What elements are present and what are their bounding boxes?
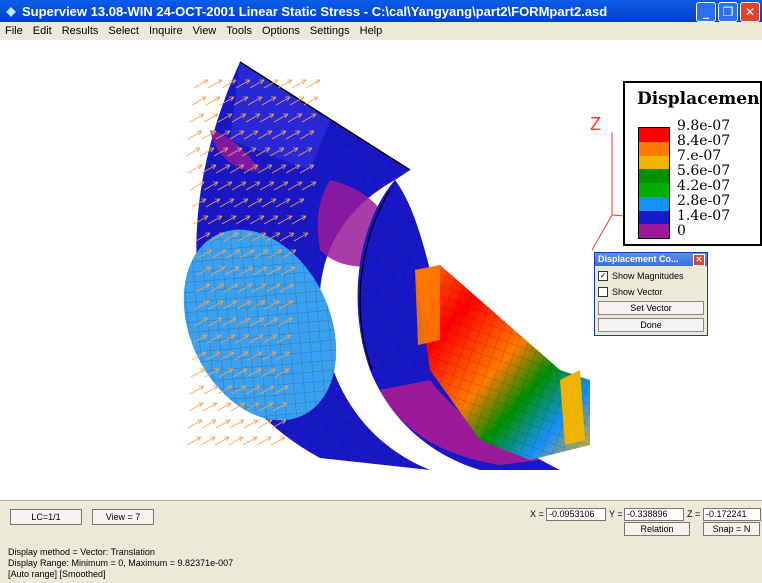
x-coord-field[interactable]: -0.0953106	[546, 508, 606, 521]
z-coord-label: Z =	[687, 509, 701, 519]
vector-arrow	[189, 385, 205, 395]
vector-arrow	[216, 402, 232, 412]
model-viewport[interactable]: Z X	[0, 40, 762, 500]
vector-arrow	[187, 164, 203, 174]
show-vector-checkbox[interactable]	[598, 286, 608, 297]
legend-swatch	[639, 196, 669, 211]
legend-label: 1.4e-07	[677, 208, 731, 224]
vector-arrow	[190, 368, 206, 378]
vector-arrow	[185, 147, 201, 157]
vector-arrow	[187, 130, 203, 140]
show-magnitudes-row[interactable]: ✓ Show Magnitudes	[595, 269, 707, 282]
vector-arrow	[205, 96, 221, 106]
z-coord-field[interactable]: -0.172241	[703, 508, 761, 521]
menu-inquire[interactable]: Inquire	[144, 25, 188, 37]
legend-swatch	[639, 224, 669, 238]
minimize-button[interactable]: _	[696, 2, 716, 22]
legend-color-bar	[638, 127, 670, 239]
legend-label: 8.4e-07	[677, 133, 731, 149]
close-button[interactable]: ✕	[740, 2, 760, 22]
dialog-close-icon[interactable]: ✕	[693, 254, 705, 266]
y-coord-field[interactable]: -0.338896	[624, 508, 684, 521]
menu-help[interactable]: Help	[355, 25, 388, 37]
menu-file[interactable]: File	[0, 25, 28, 37]
legend-label: 7.e-07	[677, 148, 722, 164]
show-magnitudes-label: Show Magnitudes	[612, 270, 684, 281]
legend-swatch	[639, 210, 669, 225]
vector-arrow	[229, 419, 245, 429]
menu-tools[interactable]: Tools	[221, 25, 257, 37]
title-bar: ◆ Superview 13.08-WIN 24-OCT-2001 Linear…	[0, 0, 762, 22]
menu-results[interactable]: Results	[57, 25, 104, 37]
menu-settings[interactable]: Settings	[305, 25, 355, 37]
vector-arrow	[188, 402, 204, 412]
vector-arrow	[191, 96, 207, 106]
menu-select[interactable]: Select	[103, 25, 144, 37]
vector-arrow	[214, 436, 230, 446]
legend-swatch	[639, 183, 669, 197]
vector-arrow	[189, 113, 205, 123]
legend-swatch	[639, 141, 669, 156]
vector-arrow	[277, 79, 293, 89]
vector-arrow	[187, 419, 203, 429]
vector-arrow	[201, 419, 217, 429]
vector-arrow	[203, 385, 219, 395]
vector-arrow	[203, 113, 219, 123]
dialog-title: Displacement Co...	[598, 254, 679, 264]
menu-edit[interactable]: Edit	[28, 25, 57, 37]
vector-arrow	[305, 79, 321, 89]
window-title: Superview 13.08-WIN 24-OCT-2001 Linear S…	[22, 3, 608, 19]
load-case-button[interactable]: LC=1/1	[10, 509, 82, 525]
vector-arrow	[242, 436, 258, 446]
vector-arrow	[186, 436, 202, 446]
vector-arrow	[202, 402, 218, 412]
vector-arrow	[200, 436, 216, 446]
z-axis-label: Z	[590, 114, 601, 134]
snap-button[interactable]: Snap = N	[703, 522, 760, 536]
vector-arrow	[228, 436, 244, 446]
vector-arrow	[291, 79, 307, 89]
legend-label: 4.2e-07	[677, 178, 731, 194]
legend-label: 0	[677, 223, 686, 239]
window-controls: _ ❐ ✕	[696, 2, 760, 22]
legend-swatch	[639, 155, 669, 170]
displacement-legend: Displacement 9.8e-07 8.4e-07 7.e-07 5.6e…	[623, 81, 762, 246]
legend-swatch	[639, 128, 669, 142]
status-display-method: Display method = Vector: Translation	[8, 547, 155, 557]
app-icon: ◆	[6, 4, 16, 18]
show-vector-row[interactable]: Show Vector	[595, 285, 707, 298]
vector-arrow	[193, 79, 209, 89]
vector-arrow	[270, 436, 286, 446]
menu-view[interactable]: View	[188, 25, 222, 37]
vector-arrow	[257, 419, 273, 429]
legend-labels: 9.8e-07 8.4e-07 7.e-07 5.6e-07 4.2e-07 2…	[677, 119, 730, 239]
menu-options[interactable]: Options	[257, 25, 305, 37]
status-range-flags: [Auto range] [Smoothed]	[8, 569, 106, 579]
y-coord-label: Y =	[609, 509, 623, 519]
view-button[interactable]: View = 7	[92, 509, 154, 525]
dialog-title-bar[interactable]: Displacement Co... ✕	[595, 253, 707, 266]
x-coord-label: X =	[530, 509, 544, 519]
done-button[interactable]: Done	[598, 318, 704, 332]
legend-swatch	[639, 169, 669, 183]
vector-arrow	[256, 436, 272, 446]
vector-arrow	[243, 419, 259, 429]
relation-button[interactable]: Relation	[624, 522, 690, 536]
legend-label: 5.6e-07	[677, 163, 731, 179]
maximize-button[interactable]: ❐	[718, 2, 738, 22]
bottom-panel: LC=1/1 View = 7 X = -0.0953106 Y = -0.33…	[0, 500, 762, 583]
legend-label: 2.8e-07	[677, 193, 731, 209]
set-vector-button[interactable]: Set Vector	[598, 301, 704, 315]
vector-arrow	[215, 419, 231, 429]
legend-label: 9.8e-07	[677, 118, 731, 134]
show-vector-label: Show Vector	[612, 286, 663, 297]
displacement-control-dialog: Displacement Co... ✕ ✓ Show Magnitudes S…	[594, 252, 708, 336]
vector-arrow	[207, 79, 223, 89]
status-display-range: Display Range: Minimum = 0, Maximum = 9.…	[8, 558, 234, 568]
show-magnitudes-checkbox[interactable]: ✓	[598, 270, 608, 281]
vector-arrow	[303, 96, 319, 106]
menu-bar: File Edit Results Select Inquire View To…	[0, 22, 762, 40]
legend-title: Displacement	[637, 89, 762, 109]
